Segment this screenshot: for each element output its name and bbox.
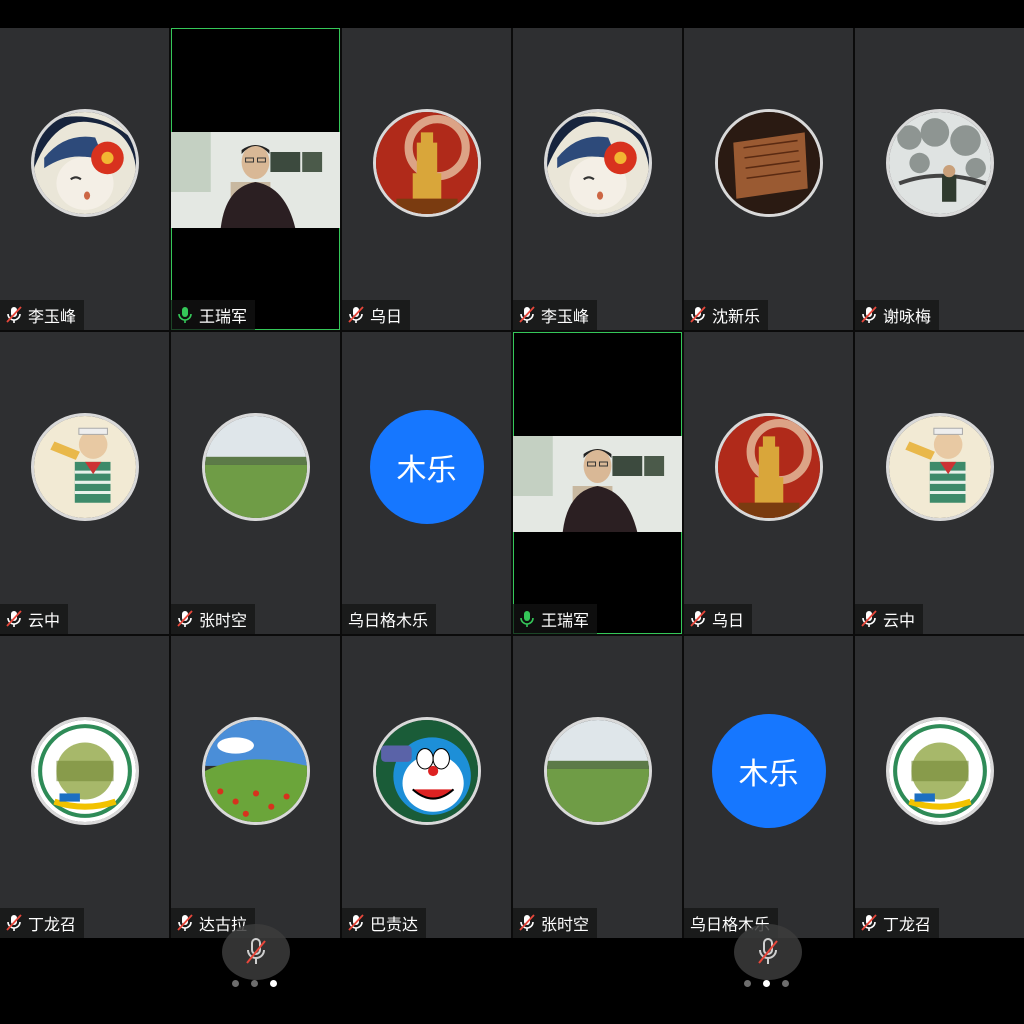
participant-tile[interactable]: 丁龙召 [0, 636, 169, 938]
participant-tile[interactable]: 乌日 [342, 28, 511, 330]
mic-muted-icon [861, 914, 877, 931]
mic-muted-icon [861, 306, 877, 323]
avatar-cartoon-boy-drinking [885, 413, 994, 521]
mute-toggle-button[interactable] [734, 924, 802, 980]
participant-tile[interactable]: 云中 [0, 332, 169, 634]
participant-tile[interactable]: 达古拉 [171, 636, 340, 938]
participant-tile[interactable]: 王瑞军 [171, 28, 340, 330]
mic-muted-icon [6, 914, 22, 931]
participant-name: 云中 [28, 611, 61, 630]
page-dot-active[interactable] [270, 980, 277, 987]
name-tag: 王瑞军 [171, 300, 256, 330]
mic-muted-icon [6, 610, 22, 627]
participant-name: 丁龙召 [28, 915, 77, 934]
mic-muted-icon [690, 610, 706, 627]
name-tag: 乌日 [684, 604, 753, 634]
page-indicator[interactable] [744, 980, 789, 987]
participant-tile[interactable]: 谢咏梅 [855, 28, 1024, 330]
participant-tile[interactable]: 李玉峰 [513, 28, 682, 330]
avatar-doraemon [372, 717, 481, 825]
name-tag: 丁龙召 [0, 908, 85, 938]
name-tag: 云中 [855, 604, 924, 634]
participant-name: 李玉峰 [541, 307, 590, 326]
avatar-school-emblem [885, 717, 994, 825]
video-grid: 李玉峰 王瑞军 乌日 李玉峰 沈新乐 谢咏梅 云中 张时空 木乐 乌日格木乐 王瑞军 乌日 云中 丁龙召达… [0, 28, 1024, 938]
avatar-golden-statue [372, 109, 481, 217]
name-tag: 谢咏梅 [855, 300, 940, 330]
participant-tile[interactable]: 李玉峰 [0, 28, 169, 330]
mic-off-icon [246, 938, 266, 964]
name-tag: 乌日 [342, 300, 411, 330]
participant-tile[interactable]: 沈新乐 [684, 28, 853, 330]
name-tag: 王瑞军 [513, 604, 598, 634]
participant-name: 张时空 [541, 915, 590, 934]
mic-on-icon [520, 611, 534, 627]
participant-name: 张时空 [199, 611, 248, 630]
participant-name: 李玉峰 [28, 307, 77, 326]
name-tag: 李玉峰 [0, 300, 85, 330]
participant-tile[interactable]: 云中 [855, 332, 1024, 634]
avatar-text: 木乐 [711, 714, 826, 828]
avatar-old-book [714, 109, 823, 217]
participant-name: 王瑞军 [541, 611, 590, 630]
mic-muted-icon [861, 610, 877, 627]
participant-name: 巴责达 [370, 915, 419, 934]
name-tag: 丁龙召 [855, 908, 940, 938]
avatar-flower-field [201, 717, 310, 825]
participant-name: 乌日 [370, 307, 403, 326]
avatar-golden-statue [714, 413, 823, 521]
mute-toggle-button[interactable] [222, 924, 290, 980]
name-tag: 李玉峰 [513, 300, 598, 330]
participant-tile[interactable]: 木乐 乌日格木乐 [684, 636, 853, 938]
page-dot[interactable] [782, 980, 789, 987]
mic-off-icon [758, 938, 778, 964]
avatar-cartoon-boy-drinking [30, 413, 139, 521]
participant-name: 谢咏梅 [883, 307, 932, 326]
avatar-grassland [201, 413, 310, 521]
participant-name: 乌日 [712, 611, 745, 630]
avatar-anime-girl-flower [30, 109, 139, 217]
avatar-text: 木乐 [369, 410, 484, 524]
participant-tile[interactable]: 巴责达 [342, 636, 511, 938]
participant-tile[interactable]: 乌日 [684, 332, 853, 634]
participant-name: 云中 [883, 611, 916, 630]
avatar-grassland [543, 717, 652, 825]
avatar-school-emblem [30, 717, 139, 825]
camera-video-feed [171, 132, 340, 228]
name-tag: 云中 [0, 604, 69, 634]
mic-muted-icon [690, 306, 706, 323]
name-tag: 张时空 [171, 604, 256, 634]
participant-tile[interactable]: 张时空 [513, 636, 682, 938]
name-tag: 沈新乐 [684, 300, 769, 330]
participant-name: 沈新乐 [712, 307, 761, 326]
mic-muted-icon [348, 306, 364, 323]
page-dot[interactable] [744, 980, 751, 987]
mic-muted-icon [519, 914, 535, 931]
name-tag: 乌日格木乐 [342, 604, 437, 634]
name-tag: 巴责达 [342, 908, 427, 938]
page-dot[interactable] [232, 980, 239, 987]
participant-tile[interactable]: 丁龙召 [855, 636, 1024, 938]
avatar-anime-girl-flower [543, 109, 652, 217]
participant-name: 乌日格木乐 [348, 611, 429, 630]
camera-video-feed [513, 436, 682, 532]
page-dot-active[interactable] [763, 980, 770, 987]
bottom-bar [0, 924, 1024, 1024]
mic-muted-icon [177, 610, 193, 627]
page-indicator[interactable] [232, 980, 277, 987]
participant-name: 丁龙召 [883, 915, 932, 934]
mic-muted-icon [177, 914, 193, 931]
participant-tile[interactable]: 木乐乌日格木乐 [342, 332, 511, 634]
participant-name: 王瑞军 [199, 307, 248, 326]
page-dot[interactable] [251, 980, 258, 987]
mic-muted-icon [6, 306, 22, 323]
mic-on-icon [178, 307, 192, 323]
mic-muted-icon [519, 306, 535, 323]
avatar-snowy-tree [885, 109, 994, 217]
participant-tile[interactable]: 张时空 [171, 332, 340, 634]
mic-muted-icon [348, 914, 364, 931]
name-tag: 张时空 [513, 908, 598, 938]
participant-tile[interactable]: 王瑞军 [513, 332, 682, 634]
